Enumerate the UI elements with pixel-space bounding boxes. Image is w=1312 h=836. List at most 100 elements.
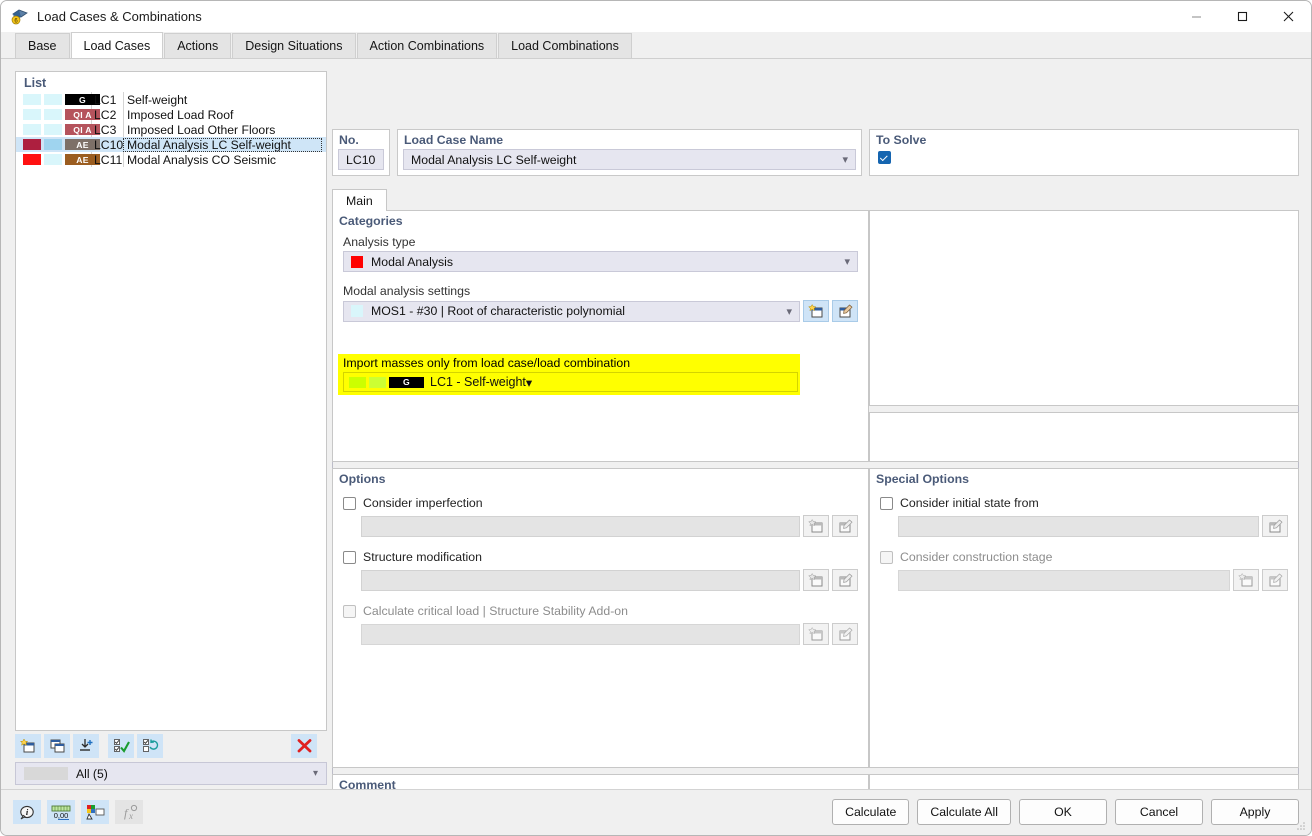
analysis-type-dropdown[interactable]: Modal Analysis ▾ xyxy=(343,251,858,272)
import-masses-badge: G xyxy=(389,377,424,388)
consider-imperfection-checkbox[interactable] xyxy=(343,497,356,510)
swatch-primary-color xyxy=(23,94,41,105)
row-color-swatches: AE xyxy=(16,154,91,165)
construction-stage-input xyxy=(898,570,1230,591)
app-icon: 6 xyxy=(11,8,29,26)
footer-icon-bar: i 0,00 xyxy=(13,800,149,824)
chevron-down-icon[interactable]: ▾ xyxy=(842,153,848,166)
tab-actions[interactable]: Actions xyxy=(164,33,231,58)
tab-load-combinations[interactable]: Load Combinations xyxy=(498,33,632,58)
load-case-list[interactable]: G LC1 Self-weight QI A LC2 Imposed Load … xyxy=(16,92,326,167)
list-filter-dropdown[interactable]: All (5) ▾ xyxy=(15,762,327,785)
cancel-button[interactable]: Cancel xyxy=(1115,799,1203,825)
edit-construction-stage-button xyxy=(1262,569,1288,591)
close-button[interactable] xyxy=(1265,1,1311,32)
construction-stage-field-row xyxy=(898,569,1288,591)
tab-label: Design Situations xyxy=(245,39,342,53)
structure-modification-label: Structure modification xyxy=(363,550,482,564)
maximize-button[interactable] xyxy=(1219,1,1265,32)
new-load-case-button[interactable] xyxy=(15,734,41,758)
new-critical-load-button xyxy=(803,623,829,645)
modal-settings-dropdown[interactable]: MOS1 - #30 | Root of characteristic poly… xyxy=(343,301,800,322)
list-header-label: List xyxy=(16,72,326,92)
consider-initial-state-checkbox[interactable] xyxy=(880,497,893,510)
tab-base[interactable]: Base xyxy=(15,33,70,58)
structure-modification-input[interactable] xyxy=(361,570,800,591)
new-modal-settings-button[interactable] xyxy=(803,300,829,322)
minimize-button[interactable] xyxy=(1173,1,1219,32)
calculate-all-button[interactable]: Calculate All xyxy=(917,799,1011,825)
new-imperfection-button[interactable] xyxy=(803,515,829,537)
to-solve-checkbox[interactable] xyxy=(878,151,891,164)
copy-load-case-button[interactable] xyxy=(44,734,70,758)
swatch-primary-color xyxy=(23,154,41,165)
swatch-secondary-color xyxy=(44,124,62,135)
consider-imperfection-row[interactable]: Consider imperfection xyxy=(333,496,868,510)
list-item[interactable]: QI A LC2 Imposed Load Roof xyxy=(16,107,326,122)
list-item[interactable]: G LC1 Self-weight xyxy=(16,92,326,107)
imperfection-input[interactable] xyxy=(361,516,800,537)
critical-load-field-row xyxy=(361,623,858,645)
import-masses-swatch-2 xyxy=(369,377,386,388)
ok-button[interactable]: OK xyxy=(1019,799,1107,825)
consider-construction-stage-row: Consider construction stage xyxy=(870,550,1298,564)
consider-initial-state-row[interactable]: Consider initial state from xyxy=(870,496,1298,510)
calculate-critical-load-checkbox xyxy=(343,605,356,618)
to-solve-label: To Solve xyxy=(870,130,1298,147)
chevron-down-icon[interactable]: ▾ xyxy=(526,375,532,390)
calculate-button[interactable]: Calculate xyxy=(832,799,909,825)
load-case-list-panel: List G LC1 Self-weight xyxy=(15,71,327,731)
tab-action-combinations[interactable]: Action Combinations xyxy=(357,33,498,58)
load-case-name-value: Modal Analysis LC Self-weight xyxy=(411,153,576,167)
structure-modification-row[interactable]: Structure modification xyxy=(333,550,868,564)
swatch-primary-color xyxy=(23,139,41,150)
import-masses-highlight: Import masses only from load case/load c… xyxy=(338,354,800,395)
list-item[interactable]: AE LC11 Modal Analysis CO Seismic xyxy=(16,152,326,167)
list-filter-value: All (5) xyxy=(76,767,108,781)
analysis-type-value: Modal Analysis xyxy=(371,255,453,269)
consider-construction-stage-checkbox xyxy=(880,551,893,564)
units-button[interactable]: 0,00 xyxy=(47,800,75,824)
load-case-number: LC2 xyxy=(91,108,123,122)
tab-label: Load Combinations xyxy=(511,39,619,53)
new-structure-modification-button[interactable] xyxy=(803,569,829,591)
edit-structure-modification-button[interactable] xyxy=(832,569,858,591)
edit-initial-state-button[interactable] xyxy=(1262,515,1288,537)
import-load-case-button[interactable] xyxy=(73,734,99,758)
initial-state-input[interactable] xyxy=(898,516,1259,537)
structure-modification-field-row xyxy=(361,569,858,591)
load-cases-dialog: 6 Load Cases & Combinations Base Load Ca… xyxy=(0,0,1312,836)
chevron-down-icon: ▾ xyxy=(313,768,318,779)
list-item-selected[interactable]: AE LC10 Modal Analysis LC Self-weight xyxy=(16,137,326,152)
load-case-name-input[interactable]: Modal Analysis LC Self-weight ▾ xyxy=(403,149,856,170)
delete-load-case-button[interactable] xyxy=(291,734,317,758)
modal-settings-value: MOS1 - #30 | Root of characteristic poly… xyxy=(371,304,625,318)
footer-button-bar: Calculate Calculate All OK Cancel Apply xyxy=(824,799,1299,825)
invert-selection-button[interactable] xyxy=(137,734,163,758)
consider-imperfection-label: Consider imperfection xyxy=(363,496,483,510)
info-tooltip-button[interactable]: i xyxy=(13,800,41,824)
load-case-no-value[interactable]: LC10 xyxy=(338,149,384,170)
new-construction-stage-button xyxy=(1233,569,1259,591)
chevron-down-icon[interactable]: ▾ xyxy=(844,255,850,268)
apply-button[interactable]: Apply xyxy=(1211,799,1299,825)
edit-modal-settings-button[interactable] xyxy=(832,300,858,322)
chevron-down-icon[interactable]: ▾ xyxy=(786,305,792,318)
special-options-panel: Special Options Consider initial state f… xyxy=(869,468,1299,768)
swatch-secondary-color xyxy=(44,139,62,150)
load-case-number: LC1 xyxy=(91,93,123,107)
load-case-number: LC10 xyxy=(91,138,123,152)
select-all-button[interactable] xyxy=(108,734,134,758)
tab-design-situations[interactable]: Design Situations xyxy=(232,33,355,58)
load-case-name: Imposed Load Other Floors xyxy=(123,123,326,137)
row-color-swatches: G xyxy=(16,94,91,105)
structure-modification-checkbox[interactable] xyxy=(343,551,356,564)
display-properties-button[interactable] xyxy=(81,800,109,824)
resize-grip[interactable] xyxy=(1295,820,1307,832)
edit-imperfection-button[interactable] xyxy=(832,515,858,537)
tab-main[interactable]: Main xyxy=(332,189,387,211)
to-solve-group: To Solve xyxy=(869,129,1299,176)
import-masses-dropdown[interactable]: G LC1 - Self-weight ▾ xyxy=(343,372,798,392)
tab-load-cases[interactable]: Load Cases xyxy=(71,32,164,58)
list-item[interactable]: QI A LC3 Imposed Load Other Floors xyxy=(16,122,326,137)
